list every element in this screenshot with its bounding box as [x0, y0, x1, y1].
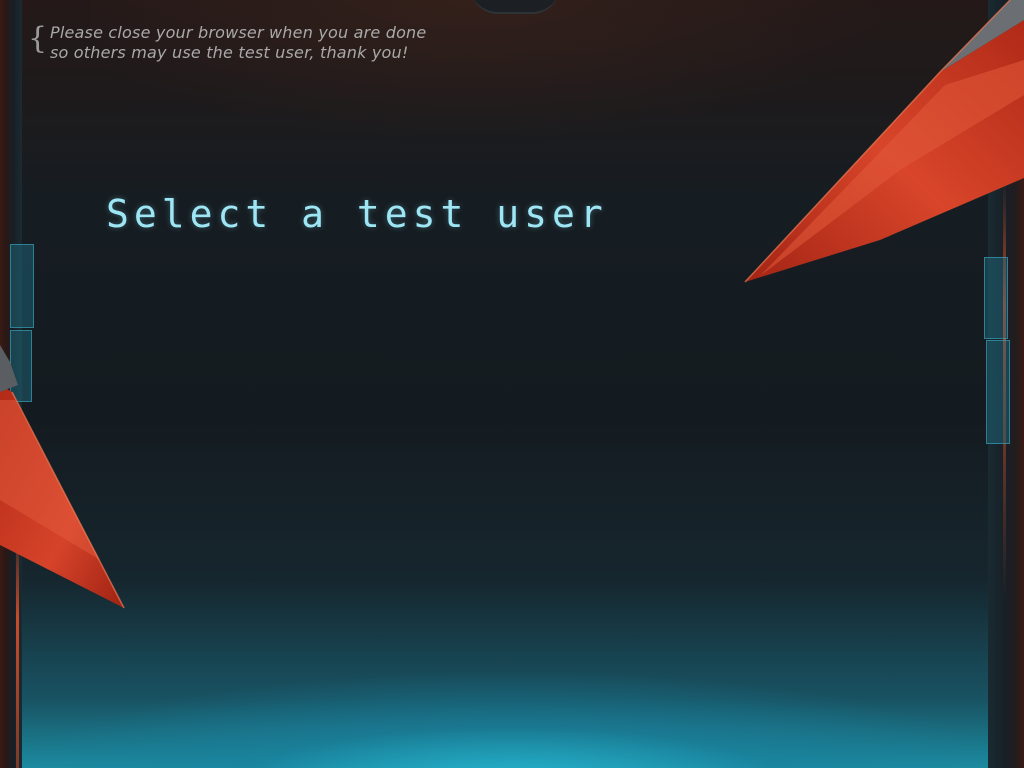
notice-line-1: Please close your browser when you are d… — [50, 23, 427, 42]
test-user-notice: { Please close your browser when you are… — [26, 20, 486, 64]
notice-brace: { — [28, 21, 48, 56]
game-background: { Please close your browser when you are… — [0, 0, 1024, 768]
notice-line-2: so others may use the test user, thank y… — [50, 43, 409, 62]
page-title: Select a test user — [106, 192, 608, 236]
left-red-blade-icon — [0, 345, 125, 609]
right-light-panel-lower — [986, 340, 1010, 444]
